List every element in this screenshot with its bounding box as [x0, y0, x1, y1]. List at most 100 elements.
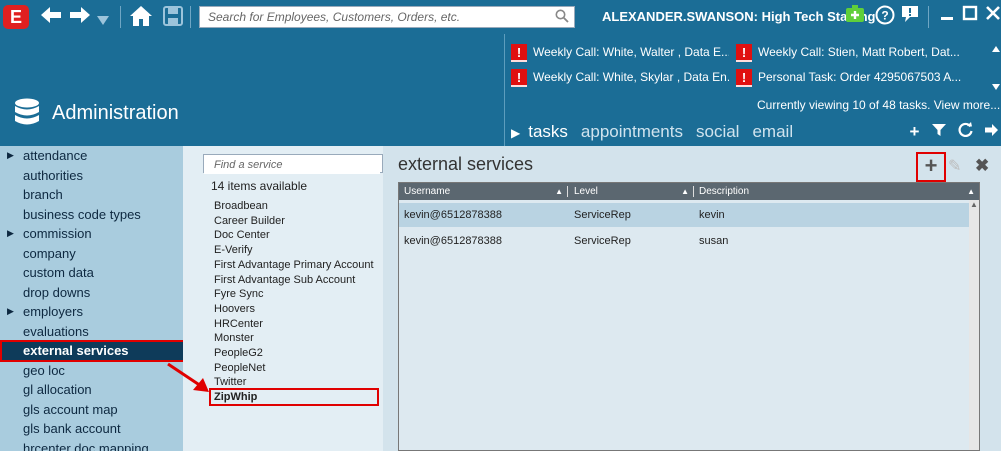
- sidebar-item-evaluations[interactable]: evaluations: [0, 322, 183, 341]
- grid-header: Username ▲ Level ▲ Description ▲: [399, 183, 979, 200]
- delete-button[interactable]: ✖: [975, 156, 989, 176]
- tasks-panel: ! Weekly Call: White, Walter , Data E... …: [504, 34, 1001, 146]
- filter-icon[interactable]: [927, 124, 946, 141]
- sidebar-item-hrcenter-doc-mapping[interactable]: hrcenter doc mapping: [0, 439, 183, 451]
- service-item-e-verify[interactable]: E-Verify: [214, 244, 253, 256]
- scroll-up-icon[interactable]: ▲: [970, 200, 978, 209]
- highlight-box-add: [916, 152, 946, 182]
- expand-arrow-icon[interactable]: ▶: [7, 146, 14, 165]
- cell-description: kevin: [699, 209, 725, 221]
- back-arrow-icon[interactable]: [40, 6, 62, 29]
- sidebar-item-commission[interactable]: ▶ commission: [0, 224, 183, 243]
- history-dropdown-icon[interactable]: [97, 9, 109, 31]
- highlight-box-nav: [0, 340, 201, 362]
- column-header-username[interactable]: Username ▲: [399, 183, 567, 200]
- sidebar-item-employers[interactable]: ▶ employers: [0, 302, 183, 321]
- column-divider: [567, 186, 568, 197]
- new-record-icon[interactable]: [844, 5, 866, 27]
- sort-icon[interactable]: ▲: [967, 183, 975, 200]
- save-icon[interactable]: [163, 6, 183, 31]
- home-icon[interactable]: [129, 5, 153, 32]
- sidebar-item-attendance[interactable]: ▶ attendance: [0, 146, 183, 165]
- task-item[interactable]: ! Weekly Call: White, Walter , Data E...: [511, 42, 729, 62]
- next-arrow-icon[interactable]: [981, 124, 999, 141]
- sidebar-item-drop-downs[interactable]: drop downs: [0, 283, 183, 302]
- view-more-link[interactable]: Currently viewing 10 of 48 tasks. View m…: [757, 98, 1000, 112]
- task-item[interactable]: ! Personal Task: Order 4295067503 A...: [736, 67, 990, 87]
- service-item-peopleg2[interactable]: PeopleG2: [214, 347, 263, 359]
- sort-icon[interactable]: ▲: [681, 183, 689, 200]
- close-icon[interactable]: [982, 5, 1001, 27]
- table-row[interactable]: kevin@6512878388 ServiceRep kevin: [399, 203, 979, 227]
- service-item-first-advantage-sub[interactable]: First Advantage Sub Account: [214, 274, 355, 286]
- find-service-input[interactable]: [204, 156, 380, 174]
- minimize-icon[interactable]: [936, 5, 958, 27]
- tasks-scrollbar[interactable]: [991, 34, 1001, 92]
- column-header-level[interactable]: Level ▲: [569, 183, 693, 200]
- service-item-first-advantage-primary[interactable]: First Advantage Primary Account: [214, 259, 374, 271]
- service-item-twitter[interactable]: Twitter: [214, 376, 246, 388]
- section-title: external services: [398, 154, 534, 174]
- alert-icon: !: [511, 43, 527, 62]
- tab-social[interactable]: social: [696, 122, 739, 141]
- edit-button[interactable]: ✎: [948, 156, 961, 176]
- sidebar-item-gls-account-map[interactable]: gls account map: [0, 400, 183, 419]
- add-task-icon[interactable]: +: [910, 122, 920, 141]
- column-header-description[interactable]: Description ▲: [694, 183, 979, 200]
- maximize-icon[interactable]: [959, 5, 981, 27]
- sidebar-item-company[interactable]: company: [0, 244, 183, 263]
- toolbar-divider: [120, 6, 121, 28]
- database-icon: [15, 98, 39, 125]
- svg-text:?: ?: [881, 9, 888, 23]
- cell-username: kevin@6512878388: [404, 235, 503, 247]
- notifications-icon[interactable]: [899, 5, 921, 27]
- main-content: external services + ✎ ✖ Username ▲ Level ▲…: [383, 146, 1001, 451]
- toolbar-divider: [928, 6, 929, 28]
- service-item-career-builder[interactable]: Career Builder: [214, 215, 285, 227]
- current-user[interactable]: ALEXANDER.SWANSON: High Tech Staffing: [602, 9, 875, 24]
- external-services-grid: Username ▲ Level ▲ Description ▲ kevin@6512…: [398, 182, 980, 451]
- task-item[interactable]: ! Weekly Call: Stien, Matt Robert, Dat...: [736, 42, 990, 62]
- search-icon[interactable]: [555, 9, 569, 23]
- table-row[interactable]: kevin@6512878388 ServiceRep susan: [399, 229, 979, 253]
- cell-description: susan: [699, 235, 729, 247]
- sidebar-item-custom-data[interactable]: custom data: [0, 263, 183, 282]
- toolbar-divider: [190, 6, 191, 28]
- items-count: 14 items available: [211, 179, 308, 193]
- sidebar-item-business-code-types[interactable]: business code types: [0, 205, 183, 224]
- tab-appointments[interactable]: appointments: [581, 122, 683, 141]
- sidebar-item-gls-bank-account[interactable]: gls bank account: [0, 419, 183, 438]
- service-item-hrcenter[interactable]: HRCenter: [214, 318, 263, 330]
- app-logo[interactable]: E: [3, 5, 29, 29]
- service-item-hoovers[interactable]: Hoovers: [214, 303, 255, 315]
- alert-icon: !: [736, 43, 752, 62]
- tab-email[interactable]: email: [752, 122, 793, 141]
- service-item-doc-center[interactable]: Doc Center: [214, 229, 270, 241]
- header-band: Administration ! Weekly Call: White, Walt…: [0, 34, 1001, 146]
- expand-arrow-icon[interactable]: ▶: [7, 302, 14, 321]
- find-service-box: [203, 154, 383, 174]
- sidebar-item-branch[interactable]: branch: [0, 185, 183, 204]
- cell-level: ServiceRep: [574, 209, 631, 221]
- global-search: [199, 6, 575, 28]
- expand-panel-icon[interactable]: ▶: [511, 126, 520, 140]
- service-item-monster[interactable]: Monster: [214, 332, 254, 344]
- search-input[interactable]: [200, 7, 550, 27]
- sidebar-item-gl-allocation[interactable]: gl allocation: [0, 380, 183, 399]
- service-item-fyre-sync[interactable]: Fyre Sync: [214, 288, 264, 300]
- sidebar-item-geo-loc[interactable]: geo loc: [0, 361, 183, 380]
- sort-icon[interactable]: ▲: [555, 183, 563, 200]
- alert-icon: !: [736, 68, 752, 87]
- sidebar-item-authorities[interactable]: authorities: [0, 166, 183, 185]
- task-item[interactable]: ! Weekly Call: White, Skylar , Data En...: [511, 67, 729, 87]
- help-icon[interactable]: ?: [874, 5, 896, 27]
- service-item-broadbean[interactable]: Broadbean: [214, 200, 268, 212]
- tab-tasks[interactable]: tasks: [528, 122, 568, 141]
- refresh-icon[interactable]: [954, 122, 973, 141]
- expand-arrow-icon[interactable]: ▶: [7, 224, 14, 243]
- highlight-box-service: [209, 388, 379, 406]
- forward-arrow-icon[interactable]: [69, 6, 91, 29]
- grid-scrollbar[interactable]: ▲: [969, 200, 979, 450]
- service-item-peoplenet[interactable]: PeopleNet: [214, 362, 265, 374]
- page-title: Administration: [52, 102, 179, 124]
